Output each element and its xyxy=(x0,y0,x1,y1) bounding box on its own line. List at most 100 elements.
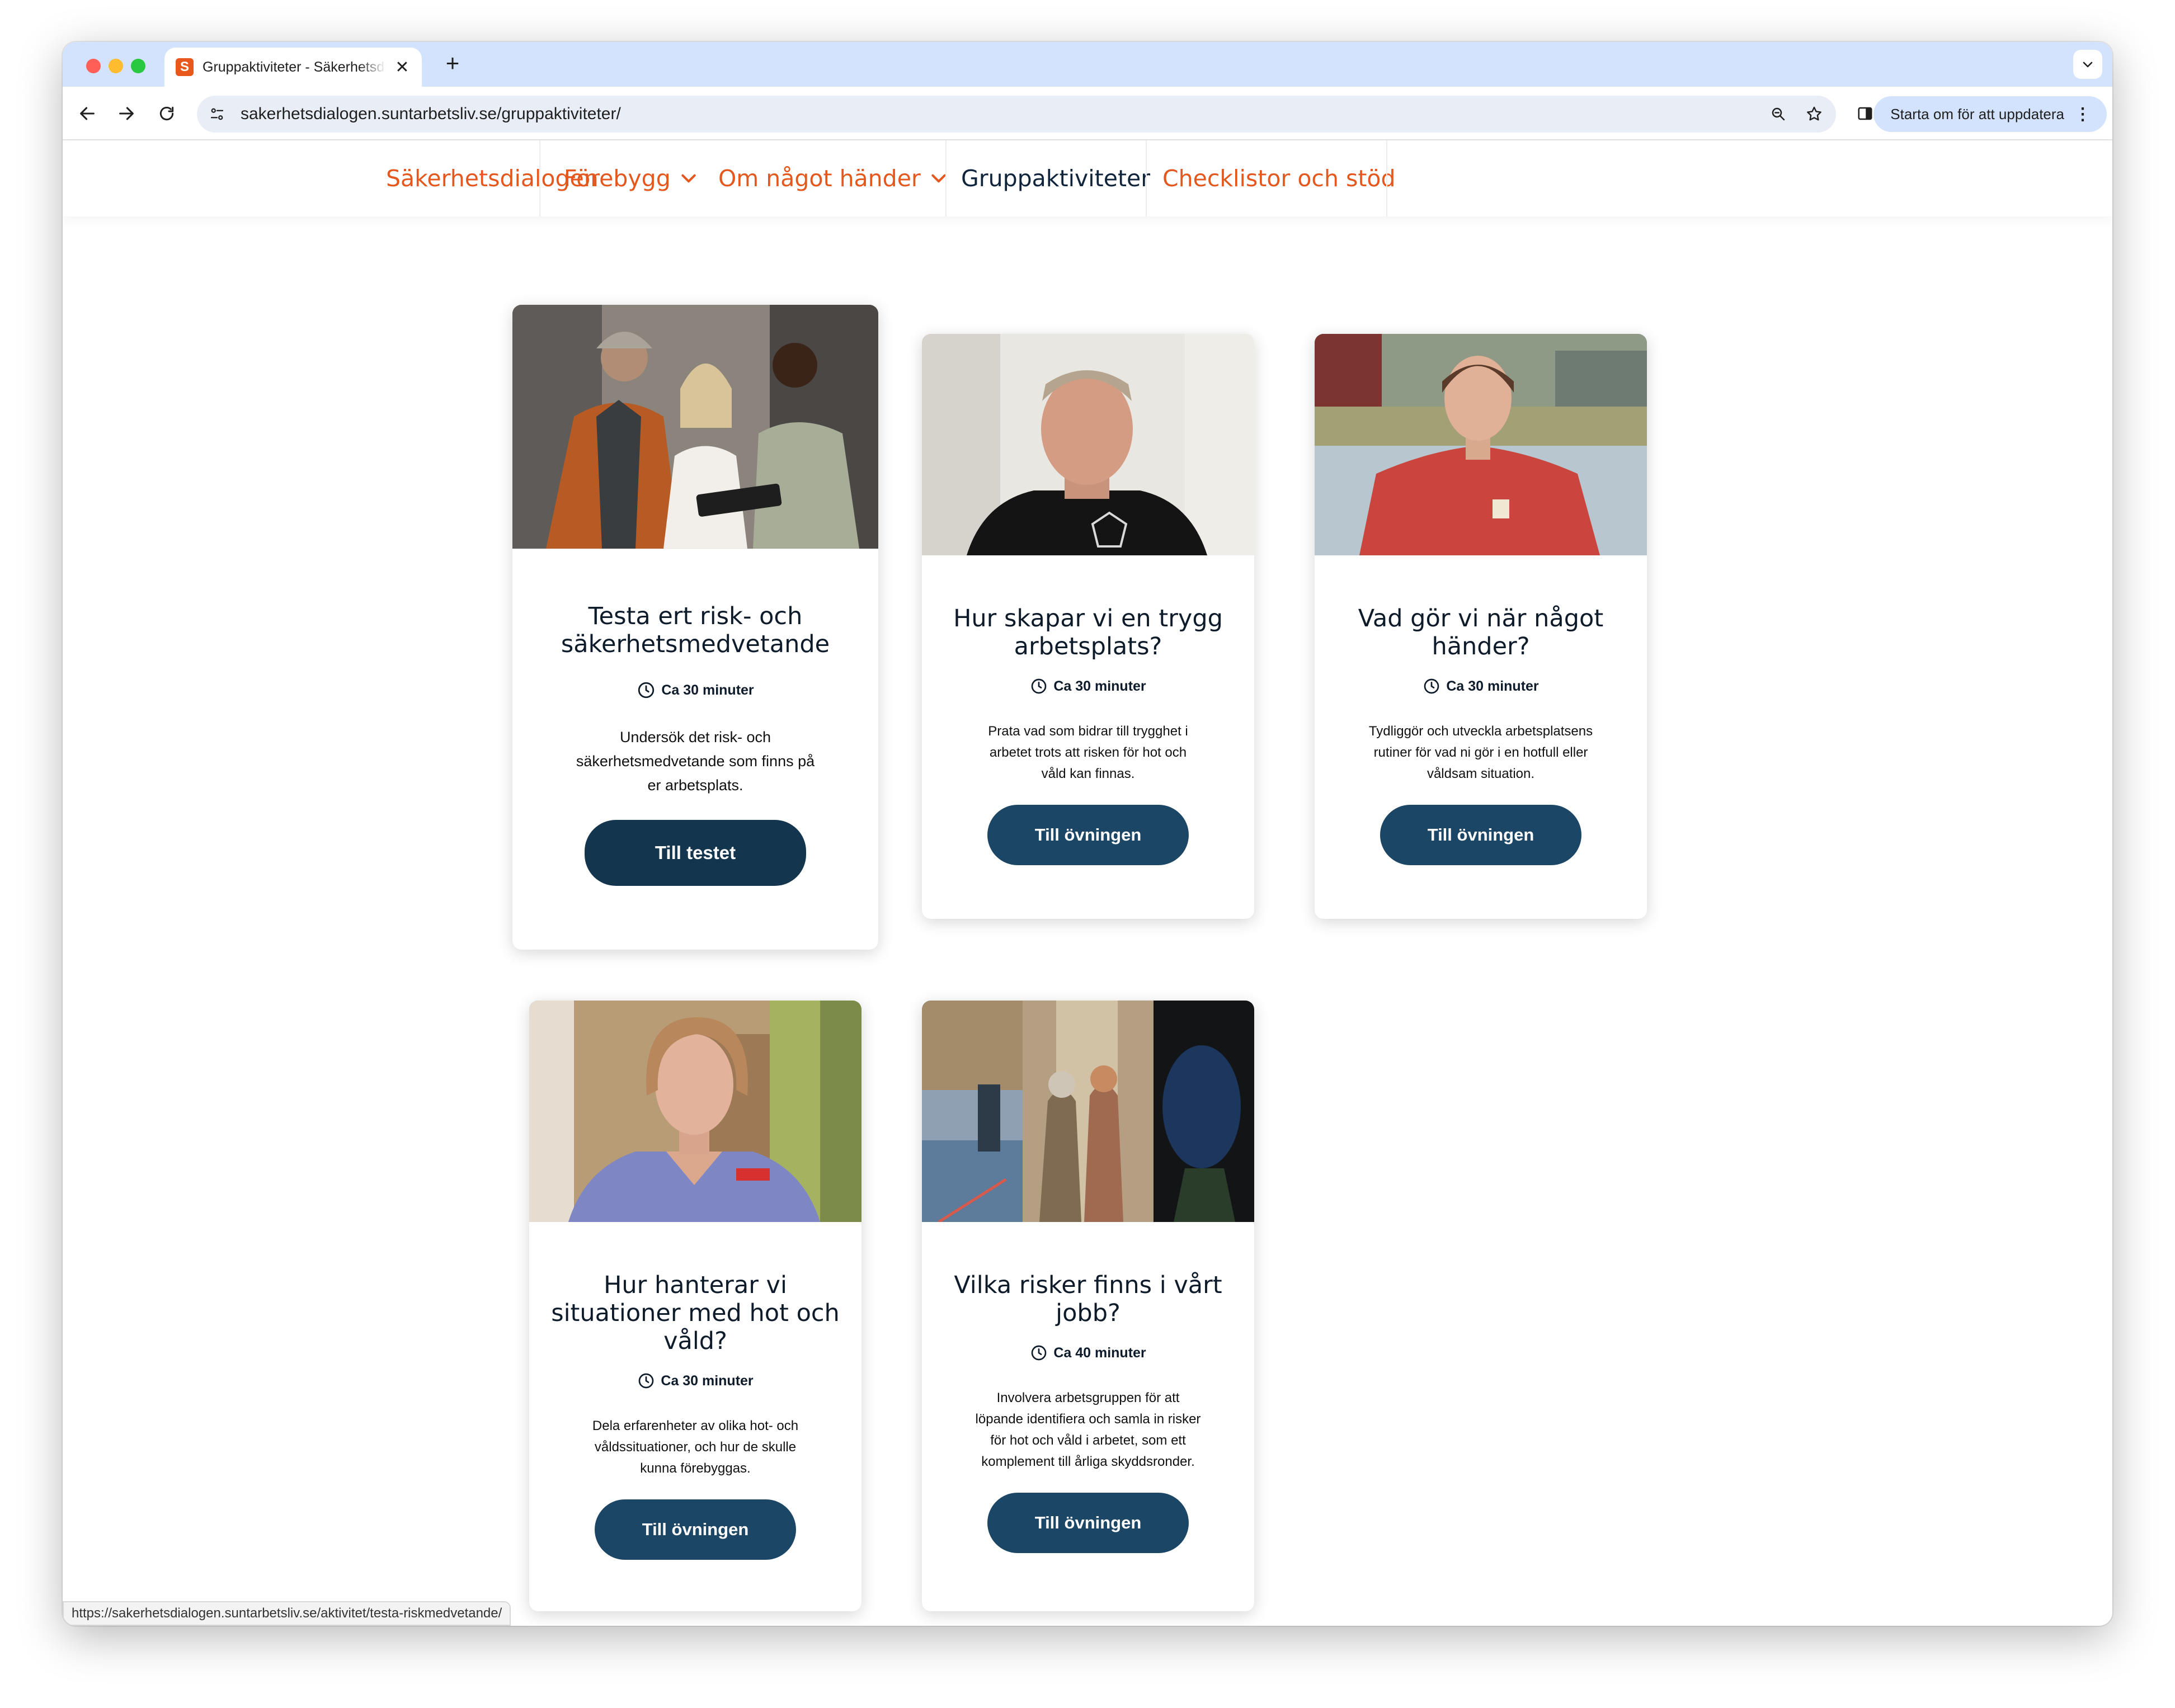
card-body: Hur hanterar vi situationer med hot och … xyxy=(529,1271,861,1560)
card-title-line: händer? xyxy=(1432,633,1530,660)
reload-icon xyxy=(159,106,174,121)
card-duration-label: Ca 40 minuter xyxy=(1053,1344,1146,1361)
card-title-line: arbetsplats? xyxy=(1014,633,1162,660)
chevron-down-icon xyxy=(680,169,698,187)
tab-strip: S Gruppaktiviteter - Säkerhetsdialogen ✕… xyxy=(63,42,2112,87)
card-duration: Ca 30 minuter xyxy=(922,677,1254,695)
card-duration: Ca 30 minuter xyxy=(512,681,878,700)
card-duration-label: Ca 30 minuter xyxy=(661,1372,754,1389)
arrow-right-icon xyxy=(119,107,134,120)
clock-icon xyxy=(1031,678,1047,694)
card-duration: Ca 30 minuter xyxy=(529,1372,861,1390)
browser-toolbar: sakerhetsdialogen.suntarbetsliv.se/grupp… xyxy=(63,87,2112,140)
activity-card-trygg-arbetsplats[interactable]: Hur skapar vi en trygg arbetsplats? Ca 3… xyxy=(922,334,1254,919)
card-description-line: våldsam situation. xyxy=(1427,766,1535,781)
activity-card-nar-nagot-hander[interactable]: Vad gör vi när något händer? Ca 30 minut… xyxy=(1315,334,1647,919)
card-description-line: säkerhetsmedvetande som finns på xyxy=(576,753,815,770)
card-description-line: arbetet trots att risken för hot och xyxy=(989,745,1187,760)
card-description-line: Tydliggör och utveckla arbetsplatsens xyxy=(1368,724,1593,739)
minimize-window-button[interactable] xyxy=(109,59,123,73)
nav-divider xyxy=(539,140,540,216)
card-description-line: våldssituationer, och hur de skulle xyxy=(594,1440,797,1455)
card-duration-label: Ca 30 minuter xyxy=(661,682,754,698)
nav-item-label: Checklistor och stöd xyxy=(1162,165,1396,192)
zoom-icon[interactable] xyxy=(1764,100,1792,128)
nav-item-gruppaktiviteter[interactable]: Gruppaktiviteter xyxy=(947,140,1165,216)
clock-icon xyxy=(1031,1345,1047,1361)
back-button[interactable] xyxy=(73,99,102,128)
arrow-left-icon xyxy=(80,107,95,120)
nav-item-label: Förebygg xyxy=(564,165,671,192)
close-window-button[interactable] xyxy=(86,59,101,73)
tab-search-button[interactable] xyxy=(2073,50,2102,79)
activity-card-risker-i-jobbet[interactable]: Vilka risker finns i vårt jobb? Ca 40 mi… xyxy=(922,1001,1254,1611)
card-description-line: rutiner för vad ni gör i en hotfull elle… xyxy=(1373,745,1588,760)
card-description-line: er arbetsplats. xyxy=(647,777,743,794)
activity-card-risk-test[interactable]: Testa ert risk- och säkerhetsmedvetande … xyxy=(512,305,878,950)
card-description: Prata vad som bidrar till trygghet i arb… xyxy=(943,721,1234,785)
card-description-line: kunna förebyggas. xyxy=(640,1461,751,1476)
status-bar-url: https://sakerhetsdialogen.suntarbetsliv.… xyxy=(63,1601,511,1626)
card-title: Vilka risker finns i vårt jobb? xyxy=(922,1271,1254,1327)
tab-title: Gruppaktiviteter - Säkerhetsdialogen xyxy=(203,59,386,75)
card-body: Vad gör vi när något händer? Ca 30 minut… xyxy=(1315,605,1647,865)
card-description-line: komplement till årliga skyddsronder. xyxy=(981,1454,1195,1469)
card-body: Testa ert risk- och säkerhetsmedvetande … xyxy=(512,602,878,886)
clock-icon xyxy=(638,682,655,699)
forward-button[interactable] xyxy=(112,99,141,128)
browser-window: S Gruppaktiviteter - Säkerhetsdialogen ✕… xyxy=(63,42,2112,1626)
nav-item-forebygg[interactable]: Förebygg xyxy=(549,140,712,216)
clock-icon xyxy=(1424,678,1439,694)
nav-item-checklistor-och-stod[interactable]: Checklistor och stöd xyxy=(1148,140,1410,216)
browser-tab-active[interactable]: S Gruppaktiviteter - Säkerhetsdialogen ✕ xyxy=(164,48,422,87)
card-button-till-ovningen[interactable]: Till övningen xyxy=(987,805,1189,865)
url-text[interactable]: sakerhetsdialogen.suntarbetsliv.se/grupp… xyxy=(241,105,1764,124)
side-panel-icon xyxy=(1858,107,1872,120)
maximize-window-button[interactable] xyxy=(131,59,145,73)
card-title-line: Hur hanterar vi xyxy=(604,1271,787,1299)
card-image-colleagues xyxy=(512,305,878,549)
card-description-line: löpande identifiera och samla in risker xyxy=(975,1412,1201,1427)
card-duration: Ca 30 minuter xyxy=(1315,677,1647,695)
card-image-man-portrait xyxy=(922,334,1254,555)
site-info-icon[interactable] xyxy=(204,101,230,128)
card-title-line: våld? xyxy=(663,1327,727,1355)
card-title: Hur hanterar vi situationer med hot och … xyxy=(529,1271,861,1355)
update-button-label: Starta om för att uppdatera xyxy=(1890,105,2064,122)
card-title-line: Vilka risker finns i vårt xyxy=(954,1271,1222,1299)
card-title-line: Vad gör vi när något xyxy=(1358,605,1604,633)
card-button-till-ovningen[interactable]: Till övningen xyxy=(595,1499,796,1560)
nav-divider xyxy=(1146,140,1147,216)
card-title-line: Hur skapar vi en trygg xyxy=(953,605,1223,633)
address-bar[interactable]: sakerhetsdialogen.suntarbetsliv.se/grupp… xyxy=(197,96,1836,133)
nav-item-label: Om något händer xyxy=(718,165,921,192)
nav-item-om-nagot-hander[interactable]: Om något händer xyxy=(704,140,962,216)
card-duration-label: Ca 30 minuter xyxy=(1446,678,1539,694)
activity-card-hot-och-vald[interactable]: Hur hanterar vi situationer med hot och … xyxy=(529,1001,861,1611)
card-image-nurse-portrait xyxy=(529,1001,861,1222)
bookmark-star-icon[interactable] xyxy=(1800,100,1828,128)
clock-icon xyxy=(638,1373,654,1389)
card-body: Vilka risker finns i vårt jobb? Ca 40 mi… xyxy=(922,1271,1254,1553)
reload-button[interactable] xyxy=(152,99,181,128)
card-description-line: Involvera arbetsgruppen för att xyxy=(996,1390,1180,1405)
card-title-line: jobb? xyxy=(1056,1299,1121,1327)
chevron-down-icon xyxy=(2083,62,2093,68)
card-button-till-testet[interactable]: Till testet xyxy=(585,820,806,886)
card-image-woman-red-jacket xyxy=(1315,334,1647,555)
card-description-line: Dela erfarenheter av olika hot- och xyxy=(592,1418,799,1433)
card-description-line: Undersök det risk- och xyxy=(619,729,771,746)
site-favicon-icon: S xyxy=(176,58,194,76)
card-title-line: Testa ert risk- och xyxy=(588,602,803,630)
card-description: Undersök det risk- och säkerhetsmedvetan… xyxy=(539,725,852,798)
card-duration: Ca 40 minuter xyxy=(922,1344,1254,1362)
close-tab-icon[interactable]: ✕ xyxy=(394,58,411,77)
new-tab-button[interactable]: + xyxy=(439,50,467,77)
card-title: Vad gör vi när något händer? xyxy=(1315,605,1647,660)
card-button-till-ovningen[interactable]: Till övningen xyxy=(1380,805,1581,865)
card-description-line: våld kan finnas. xyxy=(1041,766,1135,781)
card-duration-label: Ca 30 minuter xyxy=(1053,678,1146,694)
update-chrome-button[interactable]: Starta om för att uppdatera ⋮ xyxy=(1873,96,2107,132)
more-vertical-icon: ⋮ xyxy=(2074,105,2091,124)
card-button-till-ovningen[interactable]: Till övningen xyxy=(987,1493,1189,1553)
